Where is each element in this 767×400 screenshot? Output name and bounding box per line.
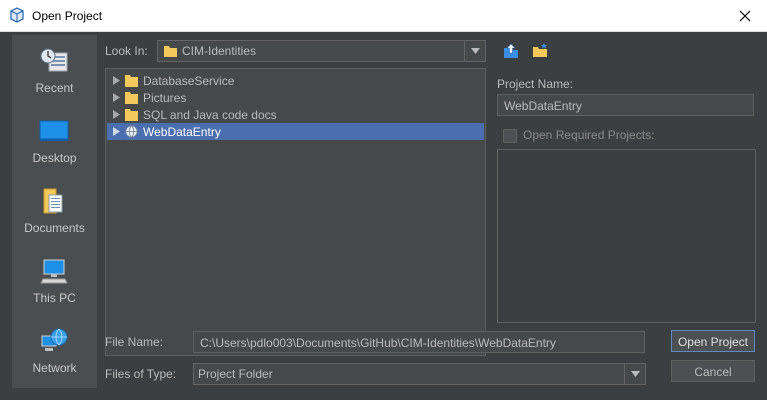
file-name-label: File Name: <box>105 335 164 349</box>
list-item-label: SQL and Java code docs <box>143 108 277 122</box>
network-icon <box>41 328 68 351</box>
close-button[interactable] <box>722 0 767 31</box>
place-network[interactable]: Network <box>12 315 97 385</box>
list-item[interactable]: DatabaseService <box>107 72 484 89</box>
folder-icon <box>125 75 138 87</box>
close-icon <box>739 10 750 21</box>
list-item[interactable]: SQL and Java code docs <box>107 106 484 123</box>
look-in-value: CIM-Identities <box>182 44 257 58</box>
folder-icon <box>125 109 138 121</box>
files-of-type-label: Files of Type: <box>105 367 177 381</box>
desktop-icon <box>39 120 69 141</box>
project-name-label: Project Name: <box>497 77 574 91</box>
chevron-down-icon <box>470 48 480 54</box>
place-desktop[interactable]: Desktop <box>12 105 97 175</box>
cancel-button[interactable]: Cancel <box>671 360 755 382</box>
netbeans-cube-icon <box>10 7 24 23</box>
place-this-pc[interactable]: This PC <box>12 245 97 315</box>
place-label: Documents <box>24 221 85 235</box>
web-project-icon <box>125 125 138 138</box>
new-folder-icon[interactable] <box>531 42 549 60</box>
files-of-type-combo[interactable]: Project Folder <box>193 363 646 385</box>
files-of-type-value: Project Folder <box>198 367 273 381</box>
folder-icon <box>164 46 177 57</box>
open-project-dialog: Recent Desktop Documents This PC Network… <box>0 32 767 400</box>
open-required-projects-checkbox[interactable] <box>503 129 517 143</box>
computer-icon <box>40 259 68 284</box>
look-in-label: Look In: <box>105 44 148 58</box>
list-item-label: WebDataEntry <box>143 125 221 139</box>
required-projects-list <box>497 149 756 323</box>
place-label: Recent <box>35 81 74 95</box>
file-list: DatabaseService Pictures SQL and Java co… <box>105 68 486 356</box>
places-sidebar: Recent Desktop Documents This PC Network <box>12 35 97 388</box>
window-title: Open Project <box>32 9 103 23</box>
expand-arrow-icon[interactable] <box>113 76 120 85</box>
list-item-label: DatabaseService <box>143 74 235 88</box>
open-required-projects-label: Open Required Projects: <box>523 128 655 142</box>
project-name-field: WebDataEntry <box>497 94 754 116</box>
title-bar: Open Project <box>0 0 767 32</box>
list-item[interactable]: Pictures <box>107 89 484 106</box>
look-in-combo[interactable]: CIM-Identities <box>157 40 486 62</box>
expand-arrow-icon[interactable] <box>113 127 120 136</box>
list-item-selected[interactable]: WebDataEntry <box>107 123 484 140</box>
folder-icon <box>125 92 138 104</box>
place-label: Desktop <box>32 151 77 165</box>
recent-places-icon <box>40 48 68 72</box>
look-in-dropdown-arrow[interactable] <box>464 41 485 61</box>
place-label: This PC <box>33 291 76 305</box>
expand-arrow-icon[interactable] <box>113 93 120 102</box>
place-recent[interactable]: Recent <box>12 35 97 105</box>
file-name-input[interactable]: C:\Users\pdlo003\Documents\GitHub\CIM-Id… <box>193 331 645 353</box>
documents-icon <box>43 188 63 214</box>
place-label: Network <box>32 361 77 375</box>
expand-arrow-icon[interactable] <box>113 110 120 119</box>
list-item-label: Pictures <box>143 91 187 105</box>
open-project-button[interactable]: Open Project <box>671 330 755 352</box>
files-of-type-dropdown-arrow[interactable] <box>624 364 645 384</box>
place-documents[interactable]: Documents <box>12 175 97 245</box>
chevron-down-icon <box>630 371 640 377</box>
up-one-level-icon[interactable] <box>502 42 520 60</box>
